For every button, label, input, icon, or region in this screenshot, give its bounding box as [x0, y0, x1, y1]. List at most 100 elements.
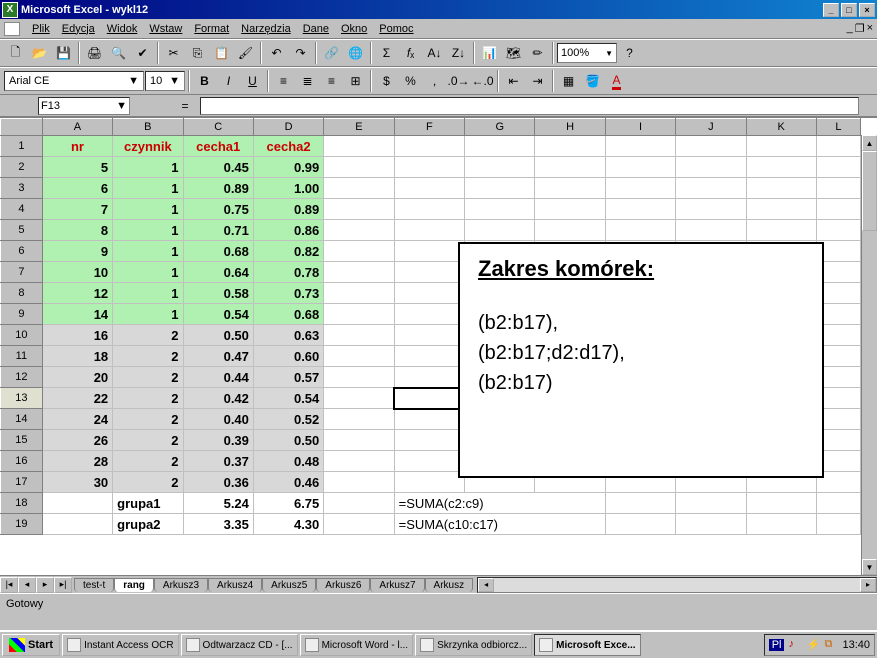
menu-dane[interactable]: Dane — [297, 21, 335, 37]
cell[interactable] — [394, 136, 464, 157]
cell[interactable]: 8 — [42, 220, 112, 241]
decrease-indent-icon[interactable]: ⇤ — [502, 70, 525, 92]
col-header-L[interactable]: L — [816, 119, 860, 136]
cell[interactable]: 16 — [42, 325, 112, 346]
row-header[interactable]: 10 — [1, 325, 43, 346]
cell[interactable]: 0.50 — [253, 430, 323, 451]
cell[interactable] — [816, 157, 860, 178]
sheet-tab[interactable]: rang — [114, 578, 154, 592]
row-header[interactable]: 5 — [1, 220, 43, 241]
cell[interactable]: 1 — [113, 220, 183, 241]
cell[interactable]: 2 — [113, 430, 183, 451]
cell[interactable] — [394, 304, 464, 325]
cell[interactable] — [324, 346, 394, 367]
menu-widok[interactable]: Widok — [101, 21, 144, 37]
cell[interactable] — [605, 493, 675, 514]
cell[interactable]: 2 — [113, 472, 183, 493]
horizontal-scrollbar[interactable]: ◂ ▸ — [477, 577, 877, 593]
col-header-J[interactable]: J — [676, 119, 746, 136]
cell[interactable] — [324, 409, 394, 430]
cell[interactable] — [465, 178, 535, 199]
sheet-tab[interactable]: Arkusz4 — [208, 578, 262, 592]
cell[interactable] — [676, 514, 746, 535]
cell[interactable] — [394, 178, 464, 199]
close-button[interactable]: × — [859, 3, 875, 17]
menu-narzedzia[interactable]: Narzędzia — [235, 21, 297, 37]
row-header[interactable]: 17 — [1, 472, 43, 493]
cell[interactable]: cecha1 — [183, 136, 253, 157]
hyperlink-icon[interactable]: 🔗 — [320, 42, 343, 64]
save-icon[interactable]: 💾 — [52, 42, 75, 64]
row-header[interactable]: 6 — [1, 241, 43, 262]
scroll-right-icon[interactable]: ▸ — [860, 578, 876, 592]
cell[interactable]: cecha2 — [253, 136, 323, 157]
spellcheck-icon[interactable]: ✔ — [131, 42, 154, 64]
vertical-scrollbar[interactable]: ▲ ▼ — [861, 135, 877, 575]
italic-icon[interactable]: I — [217, 70, 240, 92]
row-header[interactable]: 18 — [1, 493, 43, 514]
col-header-D[interactable]: D — [253, 119, 323, 136]
cell[interactable]: 0.39 — [183, 430, 253, 451]
formula-equals[interactable]: = — [170, 99, 200, 113]
cell[interactable] — [816, 493, 860, 514]
cell[interactable]: grupa2 — [113, 514, 183, 535]
cell[interactable] — [324, 199, 394, 220]
sheet-tab[interactable]: Arkusz5 — [262, 578, 316, 592]
cell[interactable] — [535, 220, 605, 241]
cell[interactable] — [746, 157, 816, 178]
cell[interactable] — [535, 136, 605, 157]
cell[interactable]: 6.75 — [253, 493, 323, 514]
cell[interactable]: 0.68 — [253, 304, 323, 325]
cell[interactable] — [394, 346, 464, 367]
cell[interactable]: 7 — [42, 199, 112, 220]
row-header[interactable]: 2 — [1, 157, 43, 178]
cell[interactable] — [324, 388, 394, 409]
menu-pomoc[interactable]: Pomoc — [373, 21, 419, 37]
cell[interactable] — [324, 157, 394, 178]
cell[interactable]: 0.89 — [183, 178, 253, 199]
sheet-tab[interactable]: Arkusz — [425, 578, 474, 592]
tab-nav-next-icon[interactable]: ▸ — [36, 577, 54, 593]
tab-nav-first-icon[interactable]: |◂ — [0, 577, 18, 593]
start-button[interactable]: Start — [2, 634, 60, 656]
cell[interactable] — [465, 157, 535, 178]
tray-speaker-icon[interactable]: ♪ — [788, 638, 802, 652]
cell[interactable] — [535, 157, 605, 178]
cell[interactable]: 0.42 — [183, 388, 253, 409]
cell[interactable]: 1 — [113, 178, 183, 199]
cell[interactable] — [605, 178, 675, 199]
system-tray[interactable]: Pl ♪ ⚡ ⧉ 13:40 — [764, 634, 875, 656]
cell[interactable]: 0.50 — [183, 325, 253, 346]
cell[interactable]: 24 — [42, 409, 112, 430]
cell[interactable] — [324, 304, 394, 325]
sheet-tab[interactable]: Arkusz7 — [370, 578, 424, 592]
cell[interactable] — [324, 136, 394, 157]
cell[interactable]: 12 — [42, 283, 112, 304]
cell[interactable]: 5 — [42, 157, 112, 178]
cell[interactable]: 0.58 — [183, 283, 253, 304]
cell-selected[interactable] — [394, 388, 464, 409]
row-header[interactable]: 12 — [1, 367, 43, 388]
undo-icon[interactable]: ↶ — [265, 42, 288, 64]
row-header[interactable]: 9 — [1, 304, 43, 325]
sheet-tab[interactable]: test-t — [74, 578, 114, 592]
col-header-I[interactable]: I — [605, 119, 675, 136]
font-color-icon[interactable]: A — [605, 70, 628, 92]
redo-icon[interactable]: ↷ — [289, 42, 312, 64]
print-icon[interactable]: 🖨 — [83, 42, 106, 64]
cell[interactable] — [676, 178, 746, 199]
scroll-thumb[interactable] — [862, 151, 877, 231]
cell[interactable] — [676, 136, 746, 157]
cell[interactable] — [324, 367, 394, 388]
bold-icon[interactable]: B — [193, 70, 216, 92]
cell[interactable]: 2 — [113, 409, 183, 430]
cell[interactable]: nr — [42, 136, 112, 157]
borders-icon[interactable]: ▦ — [557, 70, 580, 92]
new-icon[interactable]: 🗋 — [4, 42, 27, 64]
cell[interactable]: 0.46 — [253, 472, 323, 493]
cell[interactable]: 5.24 — [183, 493, 253, 514]
cell[interactable] — [394, 409, 464, 430]
cell[interactable]: 1.00 — [253, 178, 323, 199]
increase-decimal-icon[interactable]: .0→ — [447, 70, 470, 92]
cell[interactable] — [394, 472, 464, 493]
